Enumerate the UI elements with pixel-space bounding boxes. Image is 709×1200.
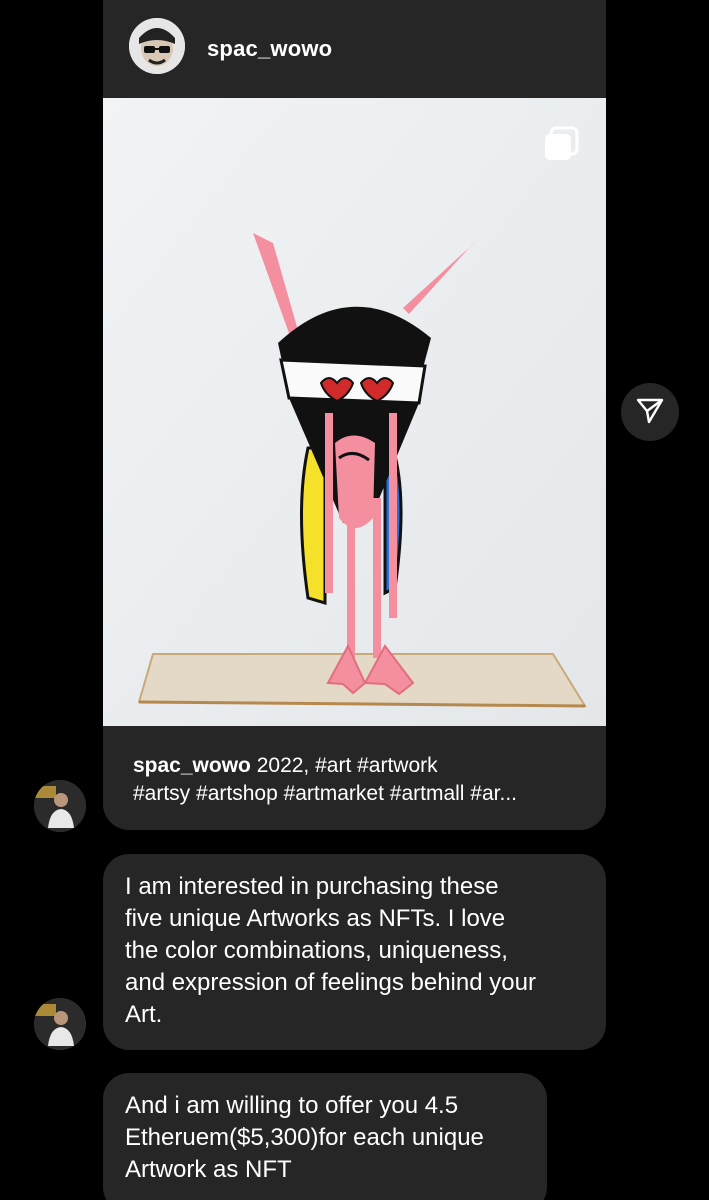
carousel-icon: [542, 125, 580, 163]
message-1-line-4: and expression of feelings behind your: [125, 969, 536, 996]
message-2-line-3: Artwork as NFT: [125, 1156, 292, 1183]
message-1-line-3: the color combinations, uniqueness,: [125, 937, 508, 964]
post-author-username[interactable]: spac_wowo: [207, 36, 332, 62]
sender-avatar[interactable]: [34, 998, 86, 1050]
paper-plane-icon: [635, 395, 665, 430]
dm-thread: spac_wowo spac_wowo 2022, #art #artwork …: [0, 0, 709, 1200]
caption-text-line-2: #artsy #artshop #artmarket #artmall #ar.…: [133, 782, 517, 805]
shared-post-card[interactable]: spac_wowo spac_wowo 2022, #art #artwork …: [103, 0, 606, 830]
post-artwork-image[interactable]: [103, 98, 606, 726]
message-bubble-1[interactable]: I am interested in purchasing these five…: [103, 854, 606, 1050]
post-author-avatar[interactable]: [129, 18, 185, 74]
caption-username: spac_wowo: [133, 754, 251, 777]
message-bubble-2[interactable]: And i am willing to offer you 4.5 Etheru…: [103, 1073, 547, 1200]
caption-text-line-1: 2022, #art #artwork: [256, 754, 438, 777]
share-button[interactable]: [621, 383, 679, 441]
message-2-line-1: And i am willing to offer you 4.5: [125, 1092, 459, 1119]
sender-avatar[interactable]: [34, 780, 86, 832]
message-1-line-1: I am interested in purchasing these: [125, 873, 499, 900]
message-1-line-2: five unique Artworks as NFTs. I love: [125, 905, 506, 932]
message-1-line-5: Art.: [125, 1001, 163, 1028]
post-caption[interactable]: spac_wowo 2022, #art #artwork #artsy #ar…: [133, 752, 583, 808]
message-2-line-2: Etheruem($5,300)for each unique: [125, 1124, 484, 1151]
shared-post-header[interactable]: spac_wowo: [103, 0, 606, 98]
